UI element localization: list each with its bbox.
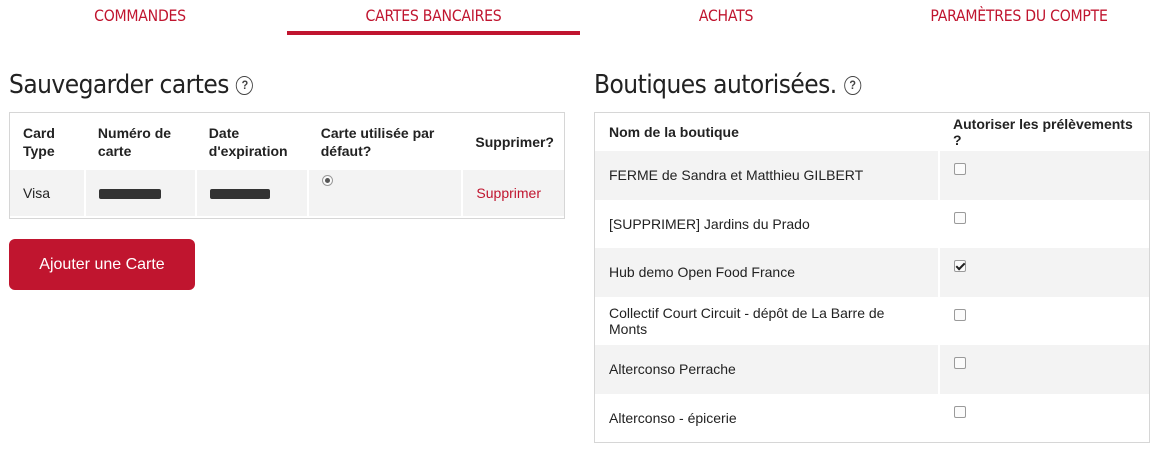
saved-cards-title: Sauvegarder cartes ? — [9, 70, 254, 100]
table-row: FERME de Sandra et Matthieu GILBERT — [595, 151, 1149, 200]
add-card-button[interactable]: Ajouter une Carte — [9, 239, 195, 290]
redacted-card-number — [98, 189, 161, 200]
default-card-radio[interactable] — [321, 175, 333, 186]
authorize-cell — [938, 393, 1149, 442]
account-tabs: COMMANDES CARTES BANCAIRES ACHATS PARAMÈ… — [0, 0, 1158, 36]
col-expiry: Date d'expiration — [208, 124, 288, 159]
table-row: Alterconso Perrache — [595, 345, 1149, 394]
delete-cell: Supprimer — [462, 170, 564, 216]
col-card-number: Numéro de carte — [97, 124, 172, 159]
authorize-checkbox[interactable] — [954, 260, 966, 272]
saved-cards-table: Card Type Numéro de carte Date d'expirat… — [10, 113, 564, 216]
active-tab-indicator — [287, 31, 580, 35]
authorized-shops-title: Boutiques autorisées. ? — [594, 70, 861, 100]
shop-name-cell: Alterconso - épicerie — [609, 409, 737, 426]
authorized-shops-title-text: Boutiques autorisées. — [594, 70, 837, 100]
authorize-cell — [938, 296, 1149, 345]
card-type-cell: Visa — [10, 170, 86, 216]
table-header-row: Nom de la boutique Autoriser les prélève… — [595, 113, 1149, 151]
authorize-cell — [938, 199, 1149, 248]
redacted-expiry — [209, 189, 270, 200]
col-shop-name: Nom de la boutique — [609, 124, 739, 140]
shop-name-cell: [SUPPRIMER] Jardins du Prado — [609, 215, 810, 232]
delete-card-link[interactable]: Supprimer — [476, 185, 541, 201]
tab-achats[interactable]: ACHATS — [638, 6, 814, 34]
authorize-cell — [938, 345, 1149, 394]
authorize-checkbox[interactable] — [954, 211, 966, 224]
authorize-cell — [938, 248, 1149, 297]
table-row: Hub demo Open Food France — [595, 248, 1149, 297]
shop-name-cell: Alterconso Perrache — [595, 345, 939, 394]
authorized-shops-help-icon[interactable]: ? — [843, 75, 861, 95]
col-authorize-charges: Autoriser les prélèvements ? — [953, 116, 1133, 148]
authorize-checkbox[interactable] — [954, 405, 966, 418]
col-delete: Supprimer? — [475, 133, 554, 150]
shop-name-cell: Collectif Court Circuit - dépôt de La Ba… — [609, 304, 885, 337]
authorize-checkbox[interactable] — [954, 357, 966, 369]
authorize-cell — [938, 151, 1149, 200]
tab-commandes[interactable]: COMMANDES — [52, 6, 228, 34]
authorize-checkbox[interactable] — [954, 308, 966, 321]
table-row: [SUPPRIMER] Jardins du Prado — [595, 199, 1149, 248]
table-header-row: Card Type Numéro de carte Date d'expirat… — [10, 113, 564, 170]
table-row: Alterconso - épicerie — [595, 393, 1149, 442]
table-row: Collectif Court Circuit - dépôt de La Ba… — [595, 296, 1149, 345]
saved-cards-title-text: Sauvegarder cartes — [9, 70, 229, 100]
tab-cartes-bancaires[interactable]: CARTES BANCAIRES — [305, 6, 563, 34]
authorized-shops-table: Nom de la boutique Autoriser les prélève… — [595, 113, 1149, 442]
table-row: Visa Supprimer — [10, 170, 564, 216]
card-number-cell — [84, 170, 197, 216]
saved-cards-table-container: Card Type Numéro de carte Date d'expirat… — [9, 112, 565, 219]
saved-cards-help-icon[interactable]: ? — [236, 75, 254, 95]
card-expiry-cell — [195, 170, 309, 216]
shop-name-cell: Hub demo Open Food France — [595, 248, 939, 297]
default-card-cell — [307, 170, 464, 216]
shop-name-cell: FERME de Sandra et Matthieu GILBERT — [595, 151, 939, 200]
col-default-card: Carte utilisée par défaut? — [320, 124, 435, 159]
col-card-type: Card Type — [23, 124, 55, 159]
authorize-checkbox[interactable] — [954, 163, 966, 175]
tab-parametres-du-compte[interactable]: PARAMÈTRES DU COMPTE — [910, 6, 1128, 34]
authorized-shops-table-container: Nom de la boutique Autoriser les prélève… — [594, 112, 1150, 443]
